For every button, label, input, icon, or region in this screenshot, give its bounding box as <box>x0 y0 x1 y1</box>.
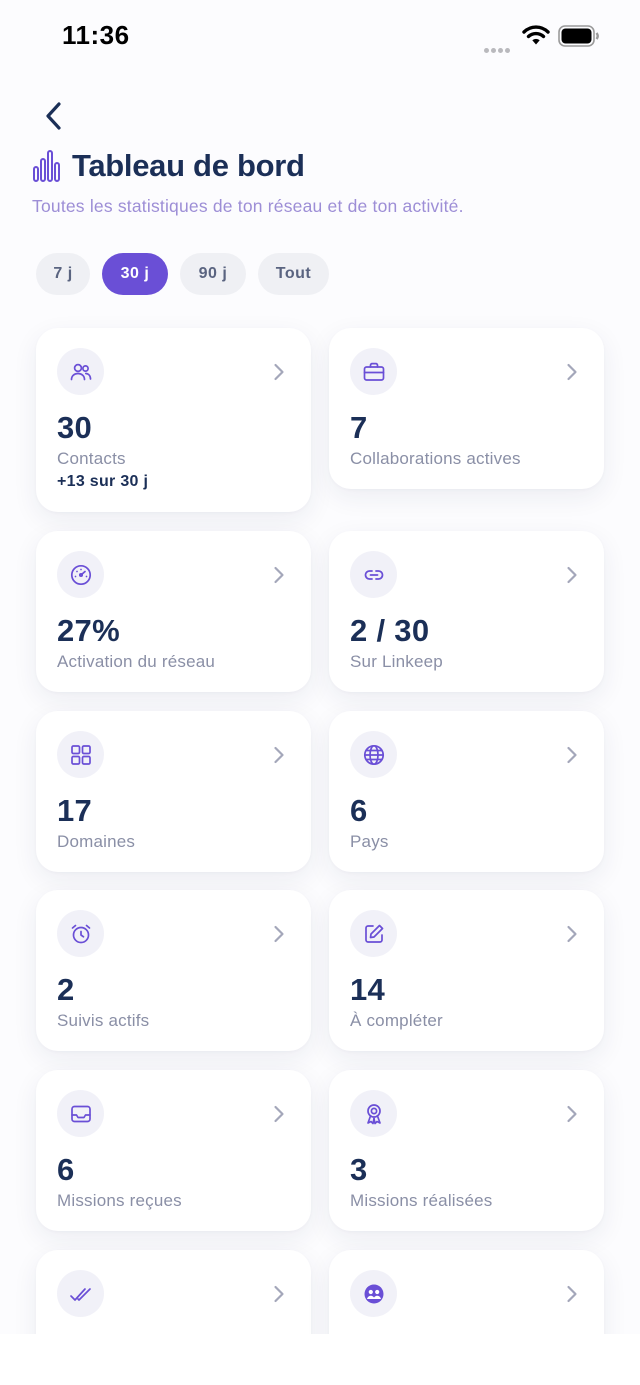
page-header: Tableau de bord <box>32 148 305 184</box>
stat-delta: +13 sur 30 j <box>57 473 149 490</box>
chevron-left-icon <box>46 102 61 130</box>
stat-card-suivis[interactable]: 2 Suivis actifs <box>36 890 311 1051</box>
battery-icon <box>558 25 599 47</box>
page-subtitle: Toutes les statistiques de ton réseau et… <box>32 196 464 216</box>
back-button[interactable] <box>36 96 72 136</box>
period-chip-tout[interactable]: Tout <box>258 253 329 295</box>
page-title: Tableau de bord <box>72 148 305 183</box>
stat-label: Pays <box>350 832 389 851</box>
chevron-right-icon <box>274 363 284 381</box>
link-icon <box>364 569 383 580</box>
period-chip-90j[interactable]: 90 j <box>180 253 246 295</box>
status-time: 11:36 <box>62 20 130 50</box>
globe-icon <box>363 744 384 765</box>
stat-value: 2 <box>57 972 75 1007</box>
team-icon <box>364 1284 383 1303</box>
stat-card-pays[interactable]: 6 Pays <box>329 711 604 872</box>
stat-value: 3 <box>350 1152 368 1187</box>
users-icon <box>70 363 91 380</box>
stat-label: Contacts <box>57 449 126 468</box>
stat-card-missions-realisees[interactable]: 3 Missions réalisées <box>329 1070 604 1231</box>
bar-chart-icon <box>33 150 60 182</box>
chevron-right-icon <box>274 566 284 584</box>
stat-card-team[interactable] <box>329 1250 604 1334</box>
award-icon <box>366 1103 381 1124</box>
chevron-right-icon <box>274 746 284 764</box>
signal-dots-icon <box>484 40 512 58</box>
stat-value: 2 / 30 <box>350 613 430 648</box>
double-check-icon <box>69 1287 91 1301</box>
chevron-right-icon <box>567 363 577 381</box>
chevron-right-icon <box>274 1105 284 1123</box>
stat-card-collaborations[interactable]: 7 Collaborations actives <box>329 328 604 489</box>
chevron-right-icon <box>274 925 284 943</box>
stat-card-contacts[interactable]: 30 Contacts +13 sur 30 j <box>36 328 311 512</box>
period-filter-group: 7 j 30 j 90 j Tout <box>36 253 341 295</box>
stat-value: 6 <box>57 1152 75 1187</box>
stat-value: 7 <box>350 410 368 445</box>
stat-value: 30 <box>57 410 93 445</box>
dashboard-screen: 11:36 Tableau de bord Toutes les statist… <box>0 0 640 1334</box>
stat-card-activation[interactable]: 27% Activation du réseau <box>36 531 311 692</box>
stat-label: À compléter <box>350 1011 443 1030</box>
stat-value: 14 <box>350 972 386 1007</box>
stat-value: 6 <box>350 793 368 828</box>
briefcase-icon <box>363 362 384 381</box>
stat-label: Sur Linkeep <box>350 652 443 671</box>
stat-card-a-completer[interactable]: 14 À compléter <box>329 890 604 1051</box>
stat-card-linkeep[interactable]: 2 / 30 Sur Linkeep <box>329 531 604 692</box>
stat-card-domaines[interactable]: 17 Domaines <box>36 711 311 872</box>
stat-card-validated[interactable] <box>36 1250 311 1334</box>
stat-label: Missions réalisées <box>350 1191 493 1210</box>
stat-label: Suivis actifs <box>57 1011 150 1030</box>
stat-label: Missions reçues <box>57 1191 182 1210</box>
gauge-icon <box>70 564 91 585</box>
stat-label: Activation du réseau <box>57 652 216 671</box>
chevron-right-icon <box>567 746 577 764</box>
chevron-right-icon <box>567 925 577 943</box>
chevron-right-icon <box>274 1285 284 1303</box>
grid-icon <box>70 744 91 765</box>
chevron-right-icon <box>567 566 577 584</box>
stat-label: Collaborations actives <box>350 449 521 468</box>
wifi-icon <box>522 25 550 45</box>
stat-card-missions-recues[interactable]: 6 Missions reçues <box>36 1070 311 1231</box>
stat-value: 27% <box>57 613 120 648</box>
inbox-icon <box>70 1105 91 1122</box>
period-chip-30j[interactable]: 30 j <box>102 253 168 295</box>
alarm-clock-icon <box>71 924 90 943</box>
period-chip-7j[interactable]: 7 j <box>36 253 90 295</box>
stat-label: Domaines <box>57 832 136 851</box>
stat-value: 17 <box>57 793 93 828</box>
edit-icon <box>364 924 383 943</box>
status-bar: 11:36 <box>0 0 640 72</box>
chevron-right-icon <box>567 1285 577 1303</box>
chevron-right-icon <box>567 1105 577 1123</box>
